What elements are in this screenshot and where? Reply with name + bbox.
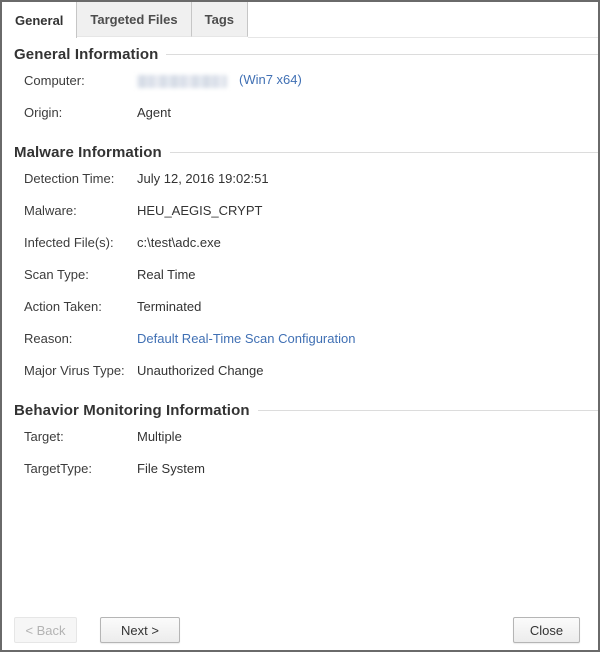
field-value: c:\test\adc.exe bbox=[137, 235, 221, 250]
field-label: Infected File(s): bbox=[24, 235, 137, 250]
dialog-footer: < Back Next > Close bbox=[2, 617, 598, 650]
field-label: Origin: bbox=[24, 105, 137, 120]
field-value: July 12, 2016 19:02:51 bbox=[137, 171, 269, 186]
section-header: General Information bbox=[14, 44, 598, 64]
section-general-information: General Information Computer: (Win7 x64) Or… bbox=[14, 44, 598, 128]
row-scan-type: Scan Type:Real Time bbox=[24, 258, 598, 290]
section-malware-information: Malware InformationDetection Time:July 1… bbox=[14, 142, 598, 386]
computer-platform-link[interactable]: (Win7 x64) bbox=[239, 72, 302, 87]
value-text: File System bbox=[137, 461, 205, 476]
section-divider-line bbox=[166, 54, 598, 55]
row-infected-file-s: Infected File(s):c:\test\adc.exe bbox=[24, 226, 598, 258]
row-targettype: TargetType:File System bbox=[24, 452, 598, 484]
redacted-computer-name bbox=[137, 75, 227, 88]
field-label: Action Taken: bbox=[24, 299, 137, 314]
section-title: General Information bbox=[14, 46, 158, 63]
section-header: Malware Information bbox=[14, 142, 598, 162]
field-label: Scan Type: bbox=[24, 267, 137, 282]
value-text: July 12, 2016 19:02:51 bbox=[137, 171, 269, 186]
field-value: File System bbox=[137, 461, 205, 476]
field-label: Malware: bbox=[24, 203, 137, 218]
field-label: Major Virus Type: bbox=[24, 363, 137, 378]
section-divider-line bbox=[258, 410, 598, 411]
field-value: Multiple bbox=[137, 429, 182, 444]
field-value: Default Real-Time Scan Configuration bbox=[137, 331, 355, 346]
tab-general[interactable]: General bbox=[2, 2, 77, 38]
tab-targeted-files[interactable]: Targeted Files bbox=[77, 2, 191, 37]
dialog-content: General Information Computer: (Win7 x64) Or… bbox=[2, 44, 598, 484]
value-text: Terminated bbox=[137, 299, 201, 314]
row-reason: Reason:Default Real-Time Scan Configurat… bbox=[24, 322, 598, 354]
field-value: Unauthorized Change bbox=[137, 363, 263, 378]
value-text: Agent bbox=[137, 105, 171, 120]
value-text: Real Time bbox=[137, 267, 196, 282]
field-label: TargetType: bbox=[24, 461, 137, 476]
row-malware: Malware:HEU_AEGIS_CRYPT bbox=[24, 194, 598, 226]
field-label: Reason: bbox=[24, 331, 137, 346]
value-text: Multiple bbox=[137, 429, 182, 444]
value-text: Unauthorized Change bbox=[137, 363, 263, 378]
field-label: Target: bbox=[24, 429, 137, 444]
close-button[interactable]: Close bbox=[513, 617, 580, 643]
section-title: Behavior Monitoring Information bbox=[14, 402, 250, 419]
tab-tags[interactable]: Tags bbox=[192, 2, 248, 37]
section-header: Behavior Monitoring Information bbox=[14, 400, 598, 420]
section-behavior-monitoring-information: Behavior Monitoring InformationTarget:Mu… bbox=[14, 400, 598, 484]
tab-bar: GeneralTargeted FilesTags bbox=[2, 2, 598, 38]
field-value: Terminated bbox=[137, 299, 201, 314]
value-text: HEU_AEGIS_CRYPT bbox=[137, 203, 262, 218]
back-button[interactable]: < Back bbox=[14, 617, 77, 643]
malware-details-dialog: GeneralTargeted FilesTags General Inform… bbox=[0, 0, 600, 652]
section-title: Malware Information bbox=[14, 144, 162, 161]
row-computer: Computer: (Win7 x64) bbox=[24, 64, 598, 96]
row-action-taken: Action Taken:Terminated bbox=[24, 290, 598, 322]
row-detection-time: Detection Time:July 12, 2016 19:02:51 bbox=[24, 162, 598, 194]
field-label: Computer: bbox=[24, 73, 137, 88]
field-value: HEU_AEGIS_CRYPT bbox=[137, 203, 262, 218]
row-target: Target:Multiple bbox=[24, 420, 598, 452]
field-value: (Win7 x64) bbox=[137, 72, 302, 87]
row-origin: Origin:Agent bbox=[24, 96, 598, 128]
value-text: c:\test\adc.exe bbox=[137, 235, 221, 250]
field-value: Real Time bbox=[137, 267, 196, 282]
row-major-virus-type: Major Virus Type:Unauthorized Change bbox=[24, 354, 598, 386]
next-button[interactable]: Next > bbox=[100, 617, 180, 643]
section-divider-line bbox=[170, 152, 598, 153]
field-value: Agent bbox=[137, 105, 171, 120]
reason-link[interactable]: Default Real-Time Scan Configuration bbox=[137, 331, 355, 346]
field-label: Detection Time: bbox=[24, 171, 137, 186]
